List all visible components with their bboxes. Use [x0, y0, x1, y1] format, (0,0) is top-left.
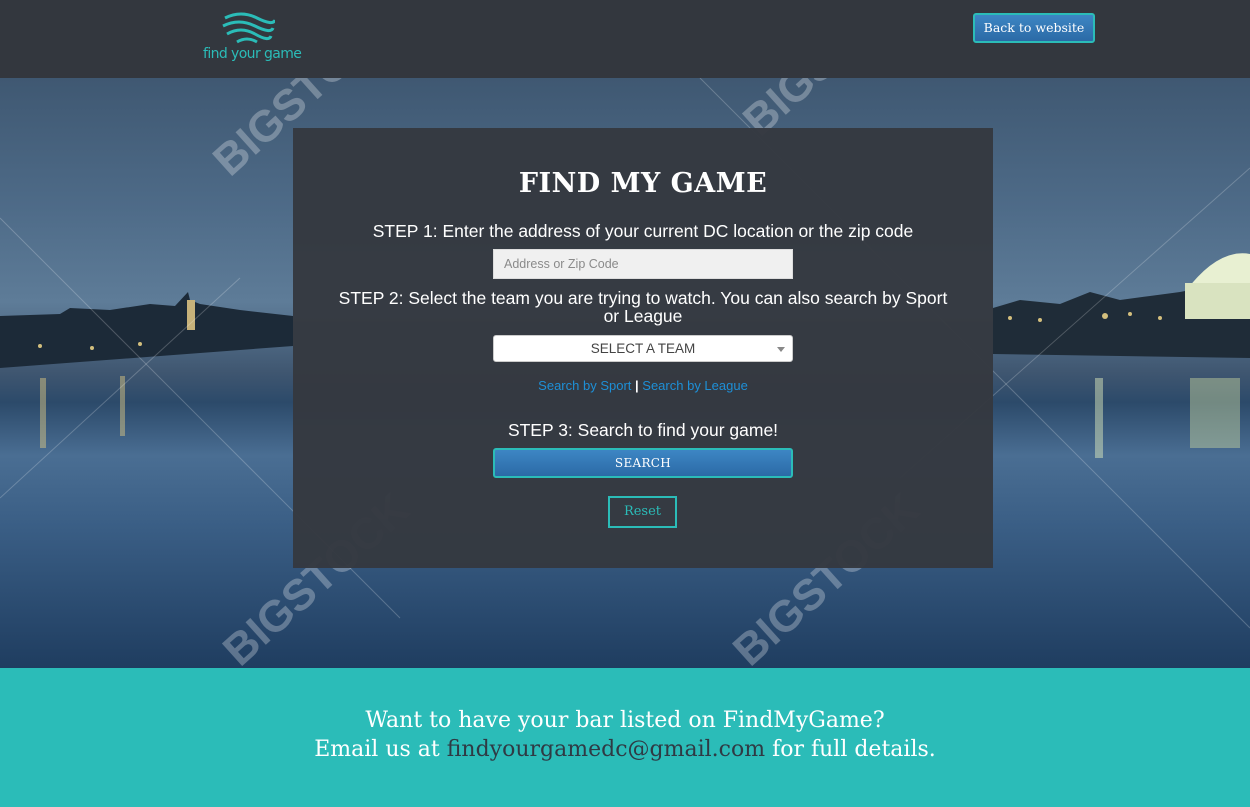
search-by-league-link[interactable]: Search by League — [642, 378, 748, 393]
site-header: find your game Back to website — [0, 0, 1250, 78]
logo[interactable]: find your game — [203, 12, 302, 66]
hero-background: BIGSTOCK BIGSTOCK BIGSTOCK BIGSTOCK FIND… — [0, 78, 1250, 668]
search-by-sport-link[interactable]: Search by Sport — [538, 378, 631, 393]
step3-instruction: STEP 3: Search to find your game! — [507, 420, 779, 440]
footer-headline: Want to have your bar listed on FindMyGa… — [365, 708, 885, 733]
team-select-label: SELECT A TEAM — [590, 341, 696, 356]
footer-suffix: for full details. — [765, 737, 936, 762]
reset-button[interactable]: Reset — [608, 496, 677, 528]
step1-instruction: STEP 1: Enter the address of your curren… — [372, 221, 914, 241]
step2-instruction: STEP 2: Select the team you are trying t… — [338, 288, 948, 326]
search-links: Search by Sport | Search by League — [293, 378, 993, 393]
footer-contact-line: Email us at findyourgamedc@gmail.com for… — [0, 737, 1250, 762]
team-select[interactable]: SELECT A TEAM — [493, 335, 793, 362]
search-card: FIND MY GAME STEP 1: Enter the address o… — [293, 128, 993, 568]
footer-prefix: Email us at — [314, 737, 447, 762]
address-input[interactable] — [493, 249, 793, 279]
page-title: FIND MY GAME — [518, 168, 768, 199]
email-link[interactable]: findyourgamedc@gmail.com — [447, 737, 765, 762]
wave-logo-icon — [222, 12, 275, 44]
logo-text: find your game — [203, 46, 302, 62]
chevron-down-icon — [777, 347, 785, 352]
footer-banner: Want to have your bar listed on FindMyGa… — [0, 668, 1250, 807]
back-to-website-button[interactable]: Back to website — [973, 13, 1095, 43]
link-separator: | — [635, 378, 639, 393]
search-button[interactable]: SEARCH — [493, 448, 793, 478]
